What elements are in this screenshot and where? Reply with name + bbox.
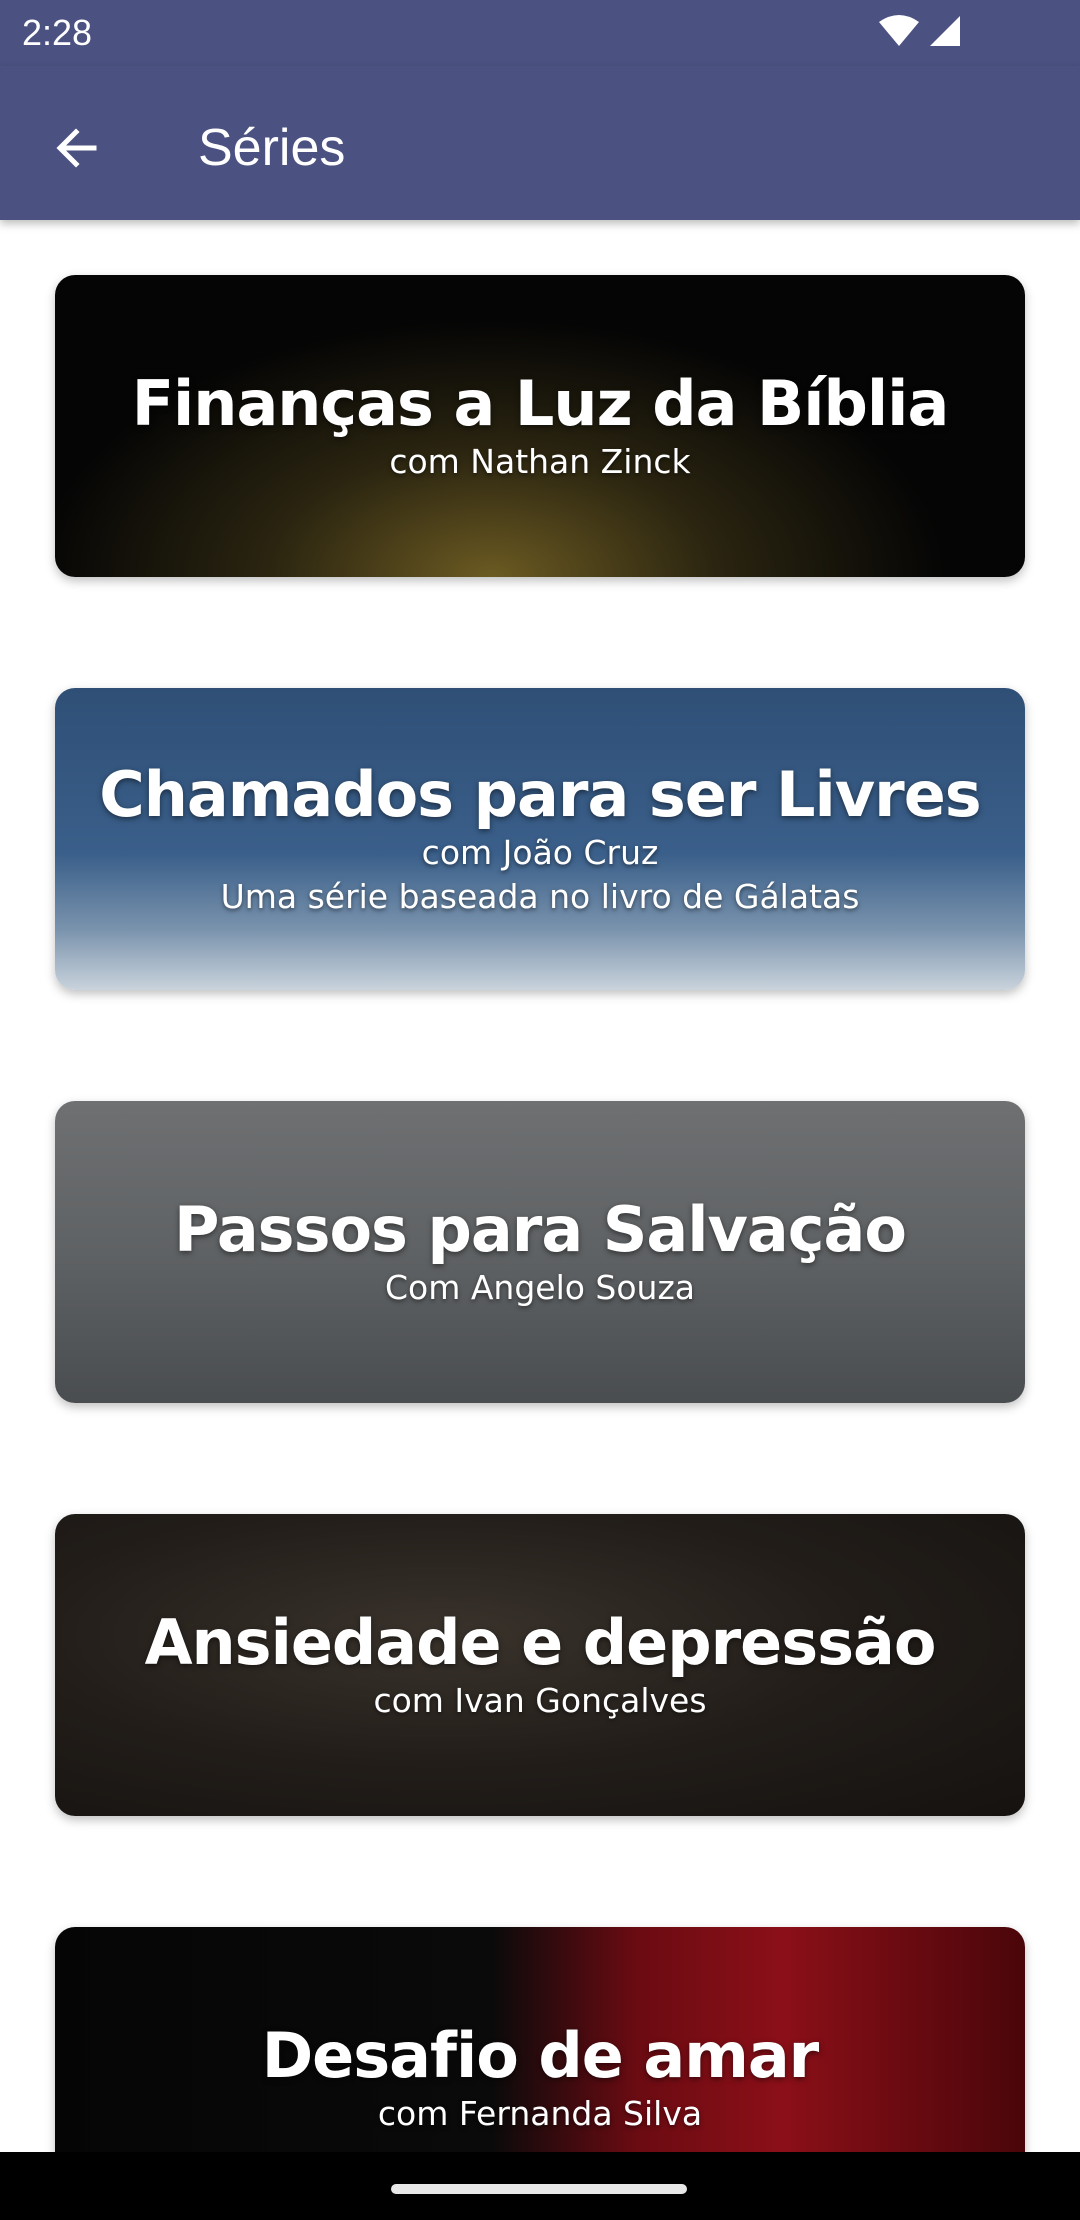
series-card-ansiedade[interactable]: Ansiedade e depressão com Ivan Gonçalves xyxy=(55,1514,1025,1816)
status-icons xyxy=(878,14,962,52)
series-author: Com Angelo Souza xyxy=(384,1268,696,1307)
navigation-bar xyxy=(0,2152,1080,2220)
back-button[interactable] xyxy=(40,112,112,184)
series-card-chamados[interactable]: Chamados para ser Livres com João Cruz U… xyxy=(55,688,1025,990)
series-description: Uma série baseada no livro de Gálatas xyxy=(220,877,860,916)
status-bar: 2:28 xyxy=(0,0,1080,66)
home-indicator[interactable] xyxy=(391,2184,687,2194)
series-author: com Fernanda Silva xyxy=(377,2094,703,2133)
arrow-left-icon xyxy=(56,128,97,168)
series-title: Passos para Salvação xyxy=(174,1193,907,1266)
series-author: com João Cruz xyxy=(421,833,659,872)
page-title: Séries xyxy=(198,119,346,177)
status-time: 2:28 xyxy=(22,12,93,53)
signal-icon xyxy=(930,16,960,46)
series-author: com Nathan Zinck xyxy=(389,442,691,481)
series-card-passos[interactable]: Passos para Salvação Com Angelo Souza xyxy=(55,1101,1025,1403)
wifi-icon xyxy=(879,15,919,46)
series-title: Finanças a Luz da Bíblia xyxy=(131,367,950,440)
series-title: Chamados para ser Livres xyxy=(99,758,981,831)
series-title: Desafio de amar xyxy=(261,2019,820,2092)
series-title: Ansiedade e depressão xyxy=(144,1606,937,1679)
series-list[interactable]: Finanças a Luz da Bíblia com Nathan Zinc… xyxy=(0,220,1080,2152)
series-card-financas[interactable]: Finanças a Luz da Bíblia com Nathan Zinc… xyxy=(55,275,1025,577)
app-bar: Séries xyxy=(0,66,1080,220)
series-author: com Ivan Gonçalves xyxy=(373,1681,707,1720)
series-card-desafio[interactable]: Desafio de amar com Fernanda Silva xyxy=(55,1927,1025,2152)
